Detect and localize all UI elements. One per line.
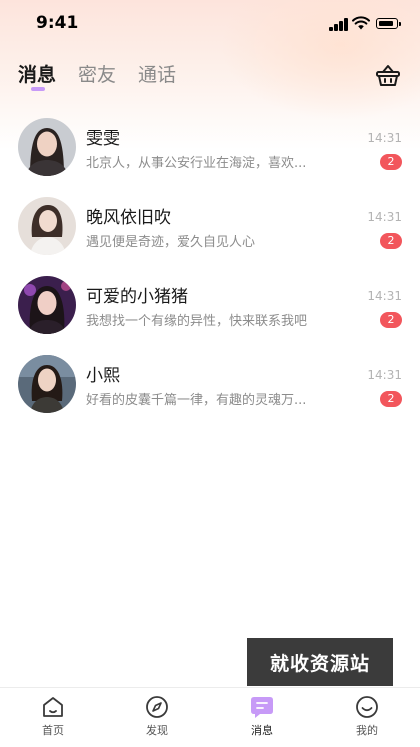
message-icon xyxy=(251,697,273,718)
battery-icon xyxy=(376,18,401,29)
home-icon xyxy=(43,697,63,717)
active-tab-indicator xyxy=(31,87,45,91)
avatar[interactable] xyxy=(18,118,76,176)
contact-name: 可爱的小猪猪 xyxy=(86,287,188,307)
tabbar-label: 我的 xyxy=(356,724,378,737)
tabbar-item-home[interactable]: 首页 xyxy=(23,694,83,744)
tabbar-label: 发现 xyxy=(146,724,168,737)
conversation-item[interactable]: 可爱的小猪猪 我想找一个有缘的异性，快来联系我吧 14:31 2 xyxy=(0,276,420,355)
tabbar-item-discover[interactable]: 发现 xyxy=(127,694,187,744)
tabbar-item-messages[interactable]: 消息 xyxy=(232,694,292,744)
conversation-list: 雯雯 北京人，从事公安行业在海淀，喜欢... 14:31 2 晚风依旧吹 遇见便… xyxy=(0,118,420,434)
message-time: 14:31 xyxy=(367,131,402,145)
tabbar-label: 首页 xyxy=(42,724,64,737)
tab-messages[interactable]: 消息 xyxy=(18,60,56,87)
contact-name: 晚风依旧吹 xyxy=(86,208,171,228)
avatar[interactable] xyxy=(18,276,76,334)
conversation-item[interactable]: 雯雯 北京人，从事公安行业在海淀，喜欢... 14:31 2 xyxy=(0,118,420,197)
cellular-signal-icon xyxy=(329,18,348,31)
unread-badge: 2 xyxy=(380,391,402,407)
status-time: 9:41 xyxy=(36,13,79,33)
watermark: 就收资源站 xyxy=(247,638,393,686)
avatar[interactable] xyxy=(18,197,76,255)
message-preview: 遇见便是奇迹，爱久自见人心 xyxy=(86,235,256,250)
unread-badge: 2 xyxy=(380,154,402,170)
bottom-tab-bar: 首页 发现 消息 我的 xyxy=(0,687,420,747)
unread-badge: 2 xyxy=(380,312,402,328)
tabbar-item-me[interactable]: 我的 xyxy=(337,694,397,744)
message-time: 14:31 xyxy=(367,368,402,382)
contact-name: 小熙 xyxy=(86,366,120,386)
smile-icon xyxy=(356,696,378,718)
avatar[interactable] xyxy=(18,355,76,413)
conversation-item[interactable]: 晚风依旧吹 遇见便是奇迹，爱久自见人心 14:31 2 xyxy=(0,197,420,276)
message-preview: 好看的皮囊千篇一律，有趣的灵魂万... xyxy=(86,393,307,408)
message-time: 14:31 xyxy=(367,210,402,224)
unread-badge: 2 xyxy=(380,233,402,249)
contact-name: 雯雯 xyxy=(86,129,120,149)
top-tabs: 消息 密友 通话 xyxy=(18,60,198,91)
message-preview: 我想找一个有缘的异性，快来联系我吧 xyxy=(86,314,308,329)
conversation-item[interactable]: 小熙 好看的皮囊千篇一律，有趣的灵魂万... 14:31 2 xyxy=(0,355,420,434)
status-bar: 9:41 xyxy=(0,0,420,48)
message-preview: 北京人，从事公安行业在海淀，喜欢... xyxy=(86,156,307,171)
tab-close-friends[interactable]: 密友 xyxy=(78,60,116,87)
tab-calls[interactable]: 通话 xyxy=(138,60,176,87)
tabbar-label: 消息 xyxy=(251,724,273,737)
compass-icon xyxy=(146,696,168,718)
wifi-icon xyxy=(352,16,370,30)
message-time: 14:31 xyxy=(367,289,402,303)
basket-icon[interactable] xyxy=(374,61,402,89)
